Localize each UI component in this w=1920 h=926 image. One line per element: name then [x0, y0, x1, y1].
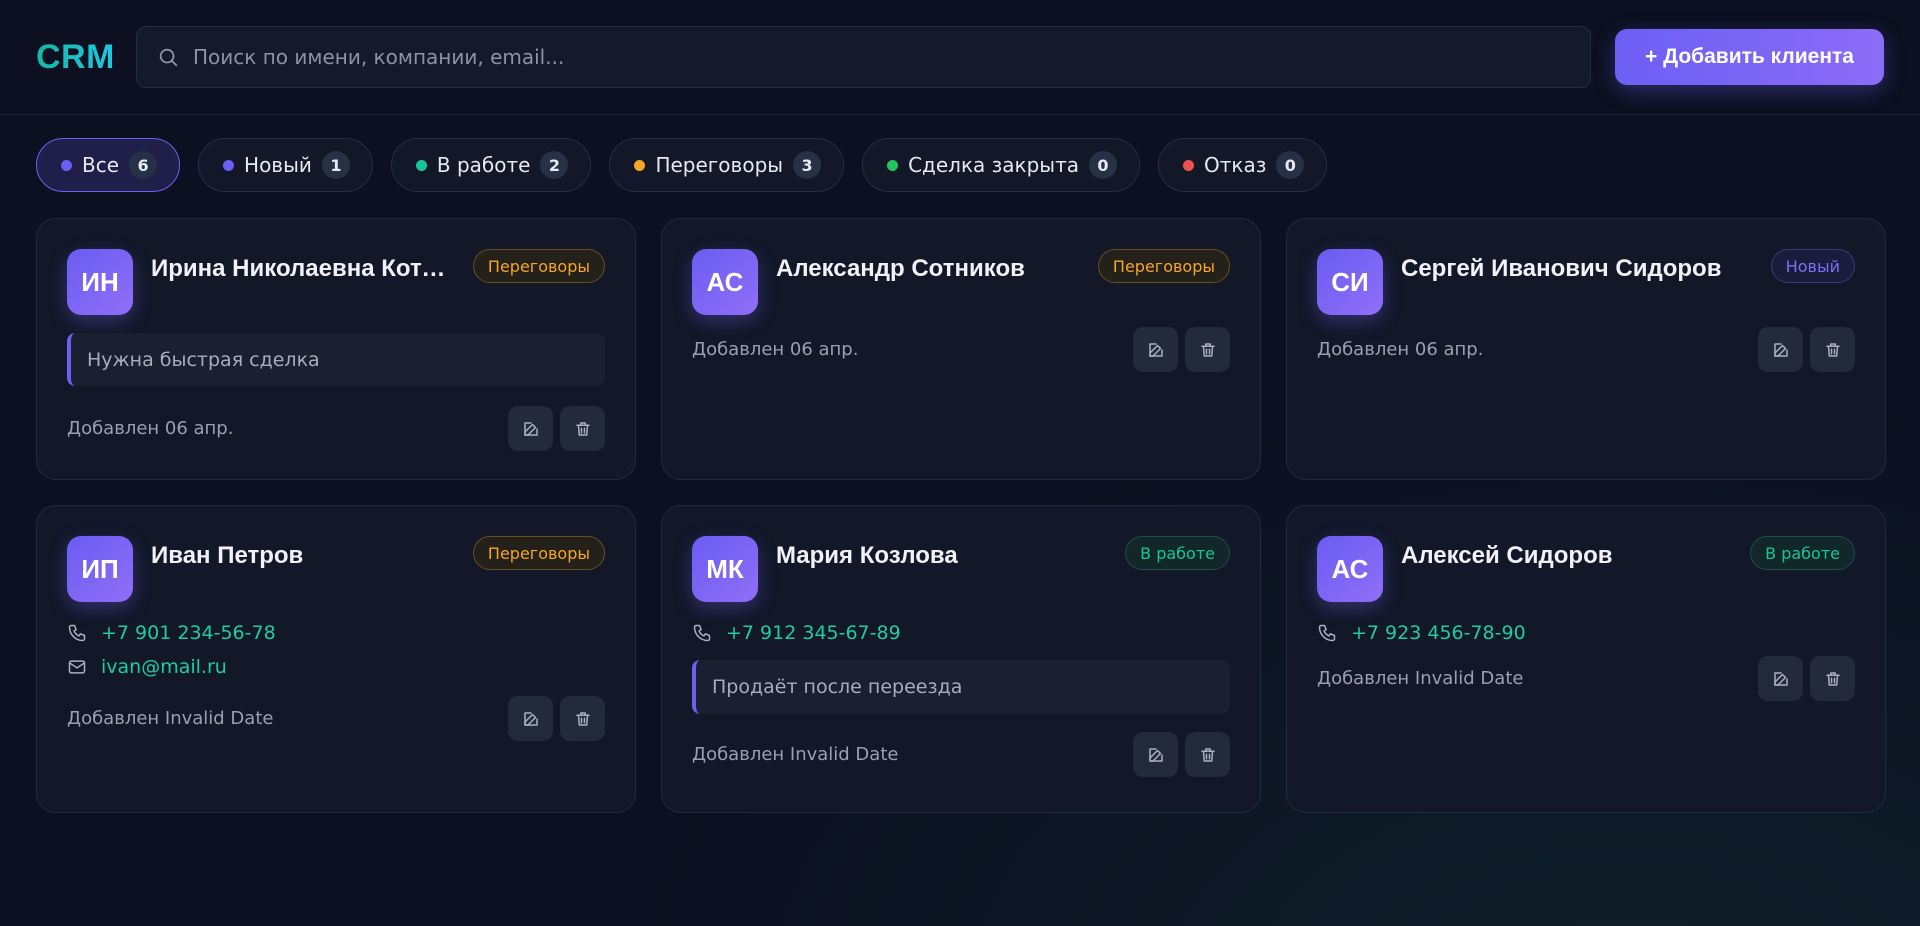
filter-count: 0 — [1276, 151, 1305, 179]
edit-icon — [1147, 341, 1165, 359]
delete-button[interactable] — [1810, 656, 1855, 701]
trash-icon — [1824, 670, 1842, 688]
avatar: АС — [1317, 536, 1383, 602]
client-card[interactable]: ИН Ирина Николаевна Кото... Переговоры Н… — [36, 218, 636, 480]
trash-icon — [1199, 341, 1217, 359]
phone-row[interactable]: +7 923 456-78-90 — [1317, 622, 1855, 644]
delete-button[interactable] — [560, 696, 605, 741]
filter-label: Переговоры — [655, 153, 784, 177]
filter-count: 6 — [129, 151, 158, 179]
delete-button[interactable] — [1185, 327, 1230, 372]
filter-label: В работе — [436, 153, 531, 177]
status-badge: Переговоры — [472, 536, 605, 570]
filter-count: 1 — [321, 151, 350, 179]
client-name: Александр Сотников — [776, 255, 1025, 282]
status-badge: Переговоры — [1097, 249, 1230, 283]
filter-all[interactable]: Все 6 — [36, 138, 181, 192]
trash-icon — [574, 420, 592, 438]
client-grid: ИН Ирина Николаевна Кото... Переговоры Н… — [0, 192, 1920, 813]
status-badge: В работе — [1125, 536, 1230, 570]
email-row[interactable]: ivan@mail.ru — [67, 656, 605, 678]
client-card[interactable]: МК Мария Козлова В работе +7 912 345-67-… — [661, 505, 1261, 813]
client-card[interactable]: АС Александр Сотников Переговоры Добавле… — [661, 218, 1261, 480]
client-note: Нужна быстрая сделка — [67, 333, 605, 386]
added-date: Добавлен 06 апр. — [67, 418, 234, 439]
delete-button[interactable] — [560, 406, 605, 451]
status-dot — [887, 159, 899, 171]
added-date: Добавлен 06 апр. — [692, 339, 859, 360]
filter-count: 2 — [540, 151, 569, 179]
status-badge: Новый — [1770, 249, 1855, 283]
filter-count: 3 — [793, 151, 822, 179]
client-card[interactable]: ИП Иван Петров Переговоры +7 901 234-56-… — [36, 505, 636, 813]
phone-icon — [1317, 623, 1337, 643]
client-card[interactable]: АС Алексей Сидоров В работе +7 923 456-7… — [1286, 505, 1886, 813]
status-badge: В работе — [1750, 536, 1855, 570]
edit-icon — [1772, 670, 1790, 688]
phone-icon — [692, 623, 712, 643]
phone-link[interactable]: +7 923 456-78-90 — [1351, 622, 1526, 644]
client-name: Ирина Николаевна Кото... — [151, 255, 455, 282]
edit-button[interactable] — [1758, 656, 1803, 701]
added-date: Добавлен Invalid Date — [67, 708, 274, 729]
edit-button[interactable] — [1133, 327, 1178, 372]
search-input[interactable] — [193, 45, 1570, 69]
filter-label: Новый — [244, 153, 312, 177]
filter-count: 0 — [1089, 151, 1117, 179]
filter-in-progress[interactable]: В работе 2 — [390, 138, 592, 192]
client-note: Продаёт после переезда — [692, 660, 1230, 714]
trash-icon — [1824, 341, 1842, 359]
search-box[interactable] — [136, 26, 1591, 88]
avatar: ИН — [67, 249, 133, 315]
filter-deal-closed[interactable]: Сделка закрыта 0 — [862, 138, 1140, 192]
phone-icon — [67, 623, 87, 643]
status-dot — [223, 159, 235, 171]
filter-label: Отказ — [1204, 153, 1267, 177]
delete-button[interactable] — [1810, 327, 1855, 372]
status-dot — [61, 159, 72, 171]
client-card[interactable]: СИ Сергей Иванович Сидоров Новый Добавле… — [1286, 218, 1886, 480]
edit-button[interactable] — [508, 406, 553, 451]
add-client-button[interactable]: + Добавить клиента — [1615, 29, 1884, 85]
search-icon — [157, 46, 179, 68]
added-date: Добавлен 06 апр. — [1317, 339, 1484, 360]
avatar: ИП — [67, 536, 133, 602]
edit-icon — [522, 420, 540, 438]
delete-button[interactable] — [1185, 732, 1230, 777]
edit-button[interactable] — [1758, 327, 1803, 372]
trash-icon — [574, 710, 592, 728]
top-bar: CRM + Добавить клиента — [0, 0, 1920, 115]
trash-icon — [1199, 746, 1217, 764]
avatar: МК — [692, 536, 758, 602]
filter-label: Сделка закрыта — [908, 153, 1079, 177]
filter-rejected[interactable]: Отказ 0 — [1158, 138, 1328, 192]
edit-icon — [1772, 341, 1790, 359]
client-name: Алексей Сидоров — [1401, 542, 1613, 569]
client-name: Сергей Иванович Сидоров — [1401, 255, 1722, 282]
email-link[interactable]: ivan@mail.ru — [101, 656, 227, 678]
status-dot — [415, 159, 427, 171]
mail-icon — [67, 657, 87, 677]
status-dot — [1183, 159, 1194, 171]
added-date: Добавлен Invalid Date — [1317, 668, 1524, 689]
edit-icon — [522, 710, 540, 728]
status-badge: Переговоры — [472, 249, 605, 283]
phone-link[interactable]: +7 901 234-56-78 — [101, 622, 276, 644]
logo: CRM — [36, 37, 115, 76]
phone-row[interactable]: +7 912 345-67-89 — [692, 622, 1230, 644]
status-filters: Все 6 Новый 1 В работе 2 Переговоры 3 Сд… — [0, 115, 1920, 192]
edit-icon — [1147, 746, 1165, 764]
status-dot — [634, 159, 646, 171]
edit-button[interactable] — [1133, 732, 1178, 777]
phone-row[interactable]: +7 901 234-56-78 — [67, 622, 605, 644]
filter-negotiations[interactable]: Переговоры 3 — [609, 138, 845, 192]
filter-label: Все — [82, 153, 120, 177]
filter-new[interactable]: Новый 1 — [198, 138, 373, 192]
client-name: Иван Петров — [151, 542, 304, 569]
phone-link[interactable]: +7 912 345-67-89 — [726, 622, 901, 644]
edit-button[interactable] — [508, 696, 553, 741]
client-name: Мария Козлова — [776, 542, 958, 569]
added-date: Добавлен Invalid Date — [692, 744, 899, 765]
